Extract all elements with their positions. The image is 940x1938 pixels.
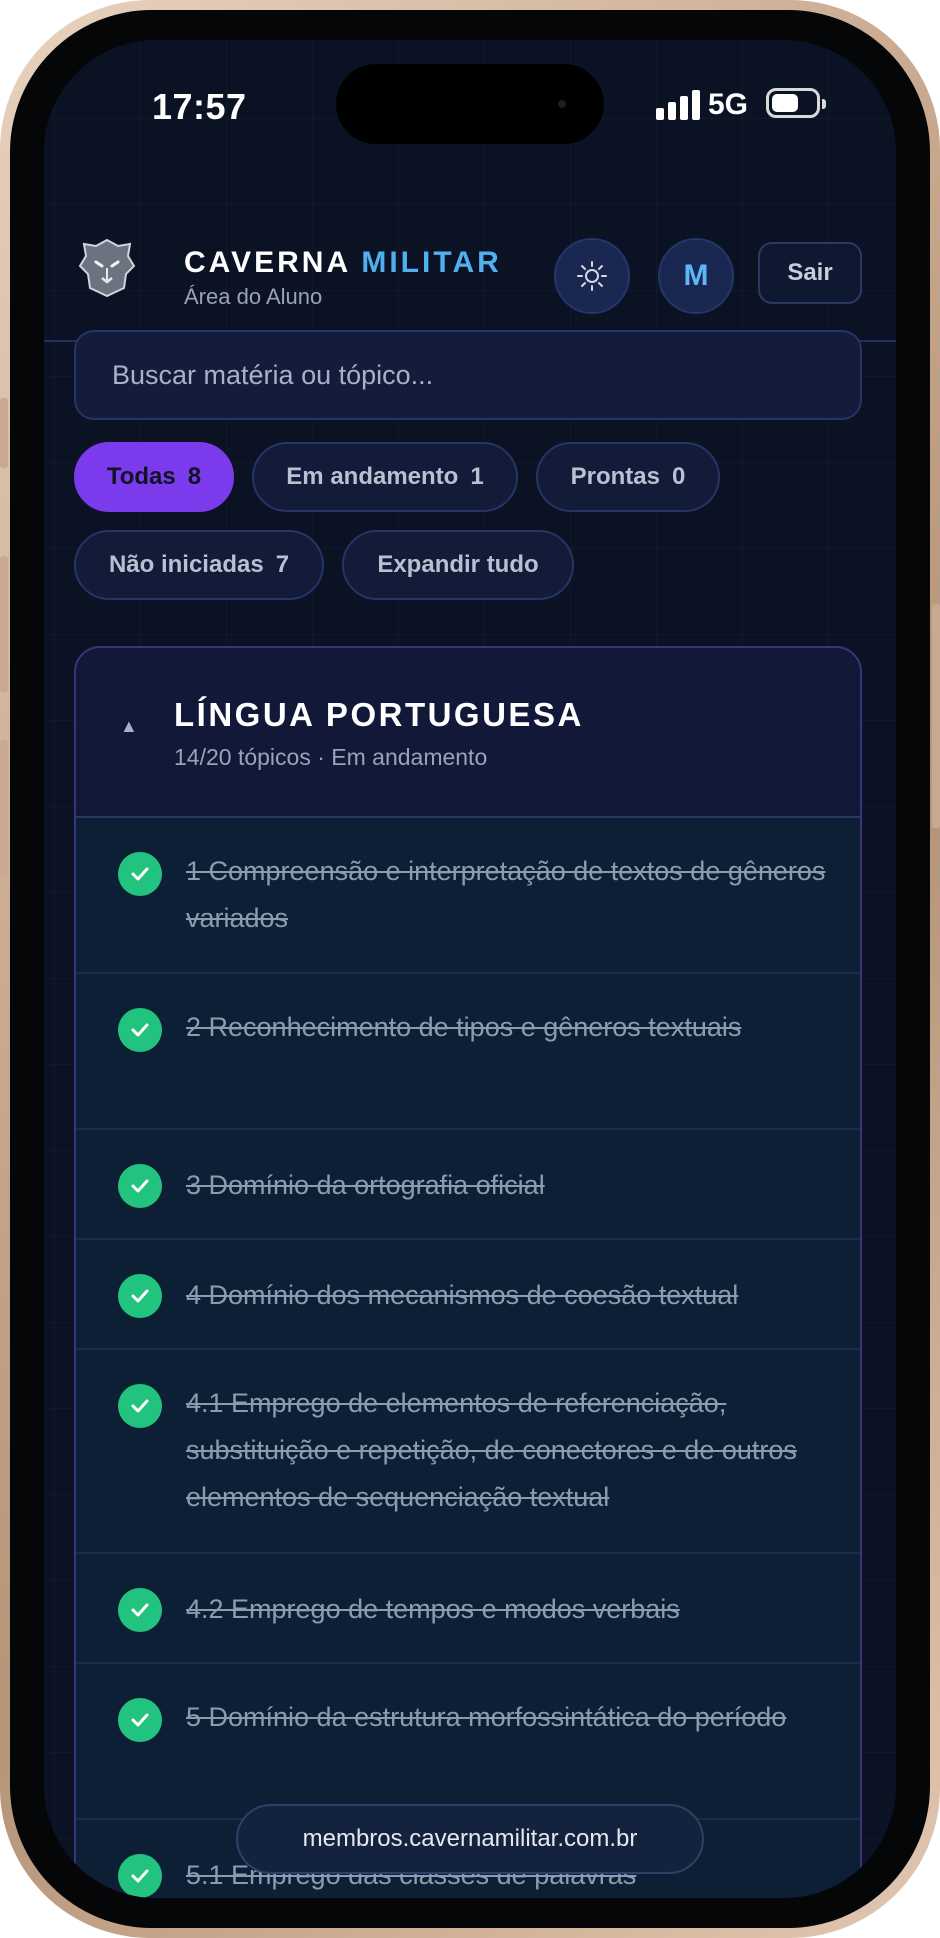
check-circle-icon[interactable] xyxy=(118,1698,162,1742)
check-circle-icon[interactable] xyxy=(118,852,162,896)
filter-chip-count: 1 xyxy=(470,463,484,490)
brand-name-part2: MILITAR xyxy=(361,246,502,279)
subject-card: ▲ LÍNGUA PORTUGUESA 14/20 tópicos · Em a… xyxy=(74,646,862,1898)
topic-item[interactable]: 4.1 Emprego de elementos de referenciaçã… xyxy=(76,1350,860,1554)
status-time: 17:57 xyxy=(152,86,247,127)
topic-item[interactable]: 4.2 Emprego de tempos e modos verbais xyxy=(76,1554,860,1664)
subject-title: LÍNGUA PORTUGUESA xyxy=(174,696,584,733)
filter-chip-not-started[interactable]: Não iniciadas 7 xyxy=(74,530,324,600)
volume-up-button xyxy=(0,556,8,692)
expand-all-button[interactable]: Expandir tudo xyxy=(342,530,574,600)
brand-title: CAVERNA MILITAR xyxy=(184,246,502,280)
check-circle-icon[interactable] xyxy=(118,1274,162,1318)
check-circle-icon[interactable] xyxy=(118,1588,162,1632)
filter-chip-label: Não iniciadas xyxy=(108,551,264,578)
check-circle-icon[interactable] xyxy=(118,1008,162,1052)
topic-item[interactable]: 2 Reconhecimento de tipos e gêneros text… xyxy=(76,974,860,1130)
lion-head-icon[interactable] xyxy=(78,238,136,298)
app-screen: 17:57 5G CAVERNA MILITAR Área do Aluno M… xyxy=(44,40,896,1898)
avatar[interactable]: M xyxy=(658,238,734,314)
app-header: CAVERNA MILITAR Área do Aluno M Sair xyxy=(44,200,896,342)
filter-chip-count: 7 xyxy=(275,551,290,578)
filter-chip-label: Todas xyxy=(106,463,176,490)
check-circle-icon[interactable] xyxy=(118,1164,162,1208)
topic-text: 4 Domínio dos mecanismos de coesão textu… xyxy=(186,1280,739,1310)
signal-icon xyxy=(656,88,700,120)
topic-item[interactable]: 4 Domínio dos mecanismos de coesão textu… xyxy=(76,1240,860,1350)
topic-text: 4.2 Emprego de tempos e modos verbais xyxy=(186,1594,680,1624)
brand-subtitle: Área do Aluno xyxy=(184,284,323,309)
check-circle-icon[interactable] xyxy=(118,1384,162,1428)
check-circle-icon[interactable] xyxy=(118,1854,162,1898)
expand-all-label: Expandir tudo xyxy=(377,551,539,578)
caret-up-icon: ▲ xyxy=(120,716,138,736)
filter-chip-in-progress[interactable]: Em andamento 1 xyxy=(252,442,518,512)
subject-card-header[interactable]: ▲ LÍNGUA PORTUGUESA 14/20 tópicos · Em a… xyxy=(76,648,860,818)
dynamic-island xyxy=(336,64,604,144)
topic-text: 3 Domínio da ortografia oficial xyxy=(186,1170,545,1200)
address-bar[interactable]: membros.cavernamilitar.com.br xyxy=(236,1804,704,1874)
filter-chip-all[interactable]: Todas 8 xyxy=(74,442,234,512)
topic-text: 2 Reconhecimento de tipos e gêneros text… xyxy=(186,1012,742,1042)
battery-icon xyxy=(766,88,826,118)
topic-item[interactable]: 3 Domínio da ortografia oficial xyxy=(76,1130,860,1240)
volume-down-button xyxy=(0,740,8,876)
sun-icon xyxy=(577,261,607,291)
topic-text: 1 Compreensão e interpretação de textos … xyxy=(186,856,826,933)
subject-summary: 14/20 tópicos · Em andamento xyxy=(174,744,488,770)
topic-text: 4.1 Emprego de elementos de referenciaçã… xyxy=(186,1388,797,1512)
filter-chip-count: 0 xyxy=(672,463,686,490)
topic-text: 5 Domínio da estrutura morfossintática d… xyxy=(186,1702,787,1732)
topic-list: 1 Compreensão e interpretação de textos … xyxy=(76,818,860,1898)
phone-frame: 17:57 5G CAVERNA MILITAR Área do Aluno M… xyxy=(0,0,940,1938)
filter-chip-label: Em andamento xyxy=(286,463,459,490)
silent-switch xyxy=(0,398,8,468)
power-button xyxy=(932,604,940,828)
theme-toggle-button[interactable] xyxy=(554,238,630,314)
search-input[interactable]: Buscar matéria ou tópico... xyxy=(74,330,862,420)
brand-name-part1: CAVERNA xyxy=(184,246,351,279)
network-type: 5G xyxy=(708,88,749,121)
filter-chip-done[interactable]: Prontas 0 xyxy=(536,442,720,512)
logout-button[interactable]: Sair xyxy=(758,242,862,304)
filter-chip-count: 8 xyxy=(187,463,202,490)
filter-chip-label: Prontas xyxy=(570,463,660,490)
topic-item[interactable]: 1 Compreensão e interpretação de textos … xyxy=(76,818,860,974)
topic-item[interactable]: 5 Domínio da estrutura morfossintática d… xyxy=(76,1664,860,1820)
camera-dot xyxy=(558,100,566,108)
